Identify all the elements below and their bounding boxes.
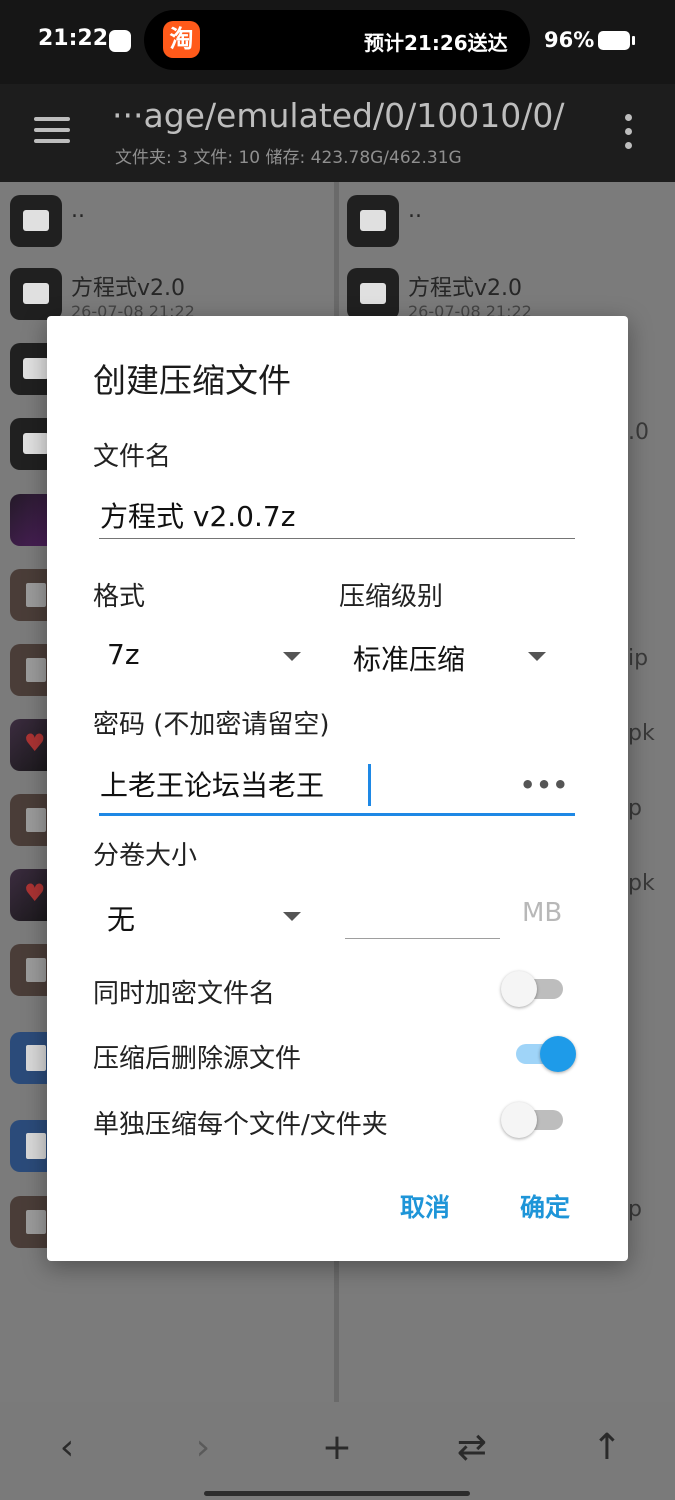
list-item-peek: pk [628,871,655,896]
chevron-down-icon [283,652,301,661]
back-icon[interactable]: ‹ [47,1428,87,1468]
dialog-title: 创建压缩文件 [93,361,291,400]
list-item-parent[interactable]: .. [339,182,675,258]
format-dropdown[interactable]: 7z [93,630,313,682]
list-item-peek: p [628,796,642,821]
format-label: 格式 [93,582,146,612]
filename-label: 文件名 [93,442,172,472]
volume-unit: MB [522,898,563,928]
compression-level-value: 标准压缩 [353,643,466,676]
file-name: 方程式v2.0 [71,276,186,301]
file-name: .. [408,198,422,223]
folder-icon [347,268,399,320]
password-input[interactable]: 上老王论坛当老王 [100,764,324,804]
compression-level-label: 压缩级别 [339,582,444,612]
home-indicator[interactable] [204,1491,470,1496]
battery-tip [632,36,635,45]
confirm-button[interactable]: 确定 [520,1188,570,1224]
filename-input[interactable]: 方程式 v2.0.7z [100,495,295,535]
volume-size-dropdown[interactable]: 无 [93,890,313,942]
chevron-down-icon [528,652,546,661]
delete-source-toggle[interactable] [510,1036,576,1072]
cloud-icon [109,30,131,52]
add-icon[interactable]: + [317,1428,357,1468]
status-time: 21:22 [38,26,109,51]
menu-icon[interactable] [34,117,72,143]
list-item-peek: pk [628,721,655,746]
taobao-app-icon: 淘 [163,21,200,58]
folder-stats: 文件夹: 3 文件: 10 储存: 423.78G/462.31G [115,148,462,168]
current-path: ···age/emulated/0/10010/0/ [112,96,565,135]
delete-source-label: 压缩后删除源文件 [93,1044,302,1074]
battery-percent: 96% [544,28,595,52]
more-options-icon[interactable] [624,114,634,150]
chevron-down-icon [283,912,301,921]
filename-underline [99,538,575,539]
parent-dir-icon[interactable]: ↑ [587,1428,627,1468]
volume-size-input[interactable] [345,938,500,939]
encrypt-names-toggle[interactable] [501,971,567,1007]
list-item-peek: .0 [628,420,649,445]
volume-size-label: 分卷大小 [93,841,198,871]
compression-level-dropdown[interactable]: 标准压缩 [339,630,559,682]
forward-icon[interactable]: › [183,1428,223,1468]
swap-panels-icon[interactable]: ⇄ [452,1428,492,1468]
encrypt-names-label: 同时加密文件名 [93,979,276,1009]
delivery-eta: 预计21:26送达 [364,31,508,55]
battery-icon [598,31,630,50]
folder-icon [10,195,62,247]
file-name: 方程式v2.0 [408,276,523,301]
volume-size-value: 无 [107,903,136,936]
password-underline [99,813,575,816]
text-cursor [368,764,371,806]
password-visibility-icon[interactable]: ••• [520,771,569,799]
format-value: 7z [107,638,140,671]
password-label: 密码 (不加密请留空) [93,710,330,740]
folder-icon [347,195,399,247]
list-item-peek: p [628,1197,642,1222]
folder-icon [10,268,62,320]
cancel-button[interactable]: 取消 [400,1188,450,1224]
separate-archives-toggle[interactable] [501,1102,567,1138]
list-item-peek: ip [628,646,649,671]
list-item-parent[interactable]: .. [0,182,334,258]
file-name: .. [71,198,85,223]
separate-archives-label: 单独压缩每个文件/文件夹 [93,1110,388,1140]
